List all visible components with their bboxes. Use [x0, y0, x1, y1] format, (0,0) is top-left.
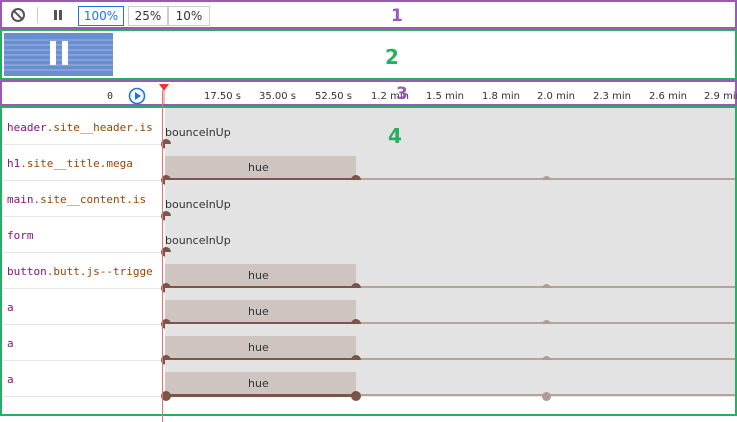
animation-target-selector[interactable]: a — [7, 288, 165, 324]
ruler-tick: 17.50 s — [204, 91, 242, 102]
animation-track[interactable]: bounceInUp — [161, 216, 735, 257]
playhead-handle-icon[interactable] — [158, 82, 170, 104]
animation-active-line — [165, 394, 356, 397]
ruler-tick: 52.50 s — [315, 91, 353, 102]
animation-overview: 2 — [0, 29, 737, 80]
animation-group-preview — [4, 33, 113, 76]
playback-rate-100-button[interactable]: 100% — [78, 6, 124, 26]
ruler-tick: 2.9 min — [704, 91, 737, 102]
region-number-1: 1 — [391, 6, 403, 26]
animation-name: hue — [248, 341, 269, 354]
animation-name: hue — [248, 305, 269, 318]
animation-name: hue — [248, 269, 269, 282]
animation-target-selector[interactable]: form — [7, 216, 165, 252]
animation-track[interactable]: bounceInUp — [161, 180, 735, 221]
animation-row[interactable]: a hue — [2, 360, 735, 401]
selector-tag: button — [7, 265, 47, 278]
animation-row[interactable]: header.site__header.is bounceInUp — [2, 108, 735, 149]
animation-row[interactable]: main.site__content.is bounceInUp — [2, 180, 735, 221]
keyframe-marker[interactable] — [351, 391, 361, 401]
selector-tag: a — [7, 373, 14, 386]
animation-row[interactable]: button.butt.js--trigge hue — [2, 252, 735, 293]
region-number-3: 3 — [396, 84, 408, 104]
animation-timeline-grid: header.site__header.is bounceInUp h1.site_… — [0, 106, 737, 416]
keyframe-marker[interactable] — [542, 391, 551, 401]
selector-tag: h1 — [7, 157, 21, 170]
animation-row[interactable]: a hue — [2, 324, 735, 365]
ruler-tick: 1.5 min — [426, 91, 464, 102]
region-number-4: 4 — [388, 124, 402, 148]
playback-rate-10-button[interactable]: 10% — [168, 6, 210, 26]
animation-group-thumbnail[interactable] — [4, 33, 113, 76]
ruler-tick: 2.0 min — [537, 91, 575, 102]
toolbar-separator — [37, 7, 38, 23]
selector-tag: a — [7, 301, 14, 314]
playback-rate-25-button[interactable]: 25% — [128, 6, 168, 26]
animation-name: bounceInUp — [165, 126, 231, 139]
animation-target-selector[interactable]: a — [7, 324, 165, 360]
ruler-tick: 2.3 min — [593, 91, 631, 102]
selector-classes: .butt.js--trigge — [46, 265, 153, 278]
animation-target-selector[interactable]: a — [7, 360, 165, 396]
clear-all-icon[interactable] — [9, 6, 27, 24]
animation-target-selector[interactable]: button.butt.js--trigge — [7, 252, 165, 288]
animation-track[interactable]: hue — [161, 360, 735, 401]
selector-tag: form — [7, 229, 34, 242]
animation-row[interactable]: form bounceInUp — [2, 216, 735, 257]
pause-all-icon[interactable] — [49, 6, 67, 24]
animation-name: bounceInUp — [165, 198, 231, 211]
animation-name: bounceInUp — [165, 234, 231, 247]
animation-target-selector[interactable]: header.site__header.is — [7, 108, 165, 144]
selector-tag: a — [7, 337, 14, 350]
ruler-tick: 2.6 min — [649, 91, 687, 102]
timeline-ruler[interactable]: 0 17.50 s 35.00 s 52.50 s 1.2 min 1.5 mi… — [0, 80, 737, 106]
selector-classes: .site__title.mega — [20, 157, 133, 170]
animation-track[interactable]: bounceInUp — [161, 108, 735, 149]
animation-row[interactable]: a hue — [2, 288, 735, 329]
ruler-tick: 35.00 s — [259, 91, 297, 102]
replay-icon[interactable] — [128, 87, 146, 105]
animation-name: hue — [248, 161, 269, 174]
ruler-zero-label: 0 — [107, 91, 114, 102]
selector-tag: main — [7, 193, 34, 206]
selector-tag: header — [7, 121, 47, 134]
animation-target-selector[interactable]: h1.site__title.mega — [7, 144, 165, 180]
animation-row[interactable]: h1.site__title.mega hue — [2, 144, 735, 185]
animation-track[interactable]: hue — [161, 288, 735, 329]
animation-target-selector[interactable]: main.site__content.is — [7, 180, 165, 216]
region-number-2: 2 — [385, 45, 399, 69]
playhead-line — [162, 90, 163, 422]
ruler-tick: 1.8 min — [482, 91, 520, 102]
animation-track[interactable]: hue — [161, 144, 735, 185]
animation-name: hue — [248, 377, 269, 390]
animation-toolbar: 100% 25% 10% 1 — [0, 0, 737, 29]
animation-track[interactable]: hue — [161, 252, 735, 293]
animation-track[interactable]: hue — [161, 324, 735, 365]
selector-classes: .site__content.is — [33, 193, 147, 206]
selector-classes: .site__header.is — [46, 121, 153, 134]
